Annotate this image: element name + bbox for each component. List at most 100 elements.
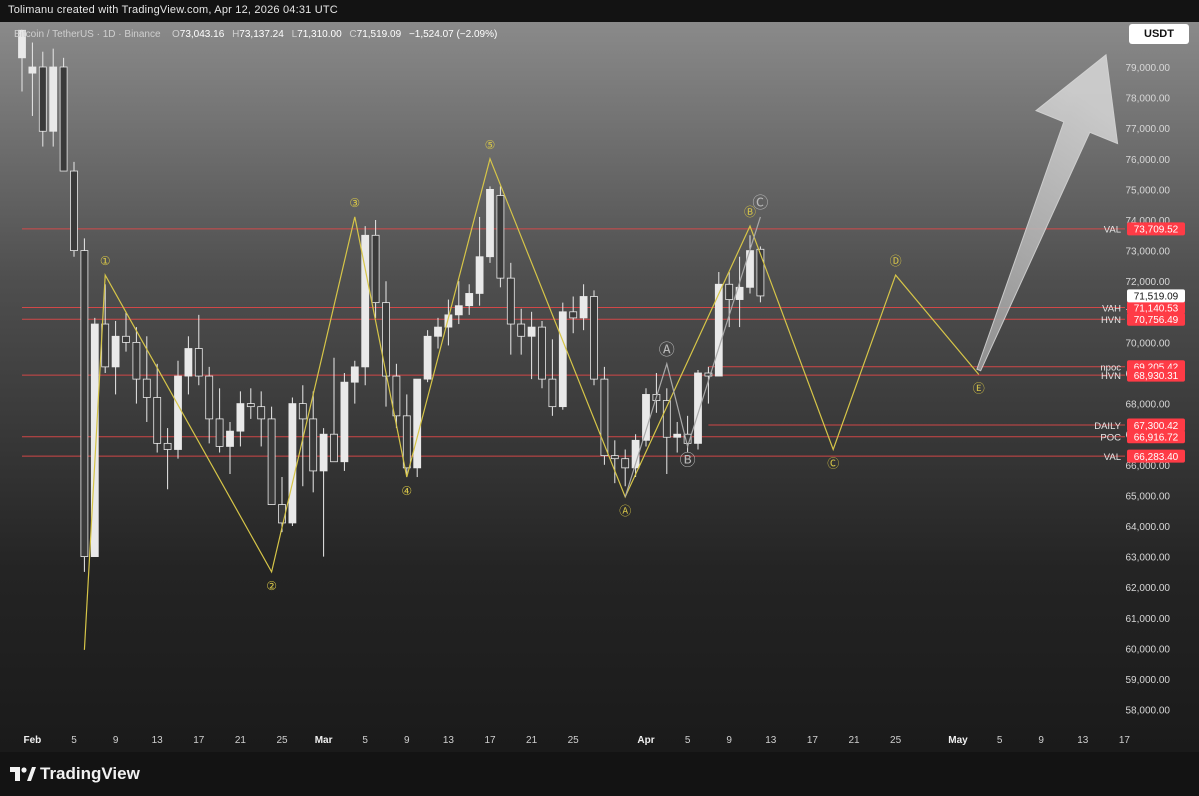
candle-body — [340, 381, 349, 463]
y-tick-label: 79,000.00 — [1126, 63, 1171, 74]
price-level-value: 66,916.72 — [1134, 433, 1179, 444]
chart-credit: Tolimanu created with TradingView.com, A… — [8, 4, 338, 16]
candle-body — [486, 188, 494, 258]
close-label: C — [349, 29, 356, 40]
wave-label: ④ — [401, 484, 412, 498]
price-level-value: 71,140.53 — [1134, 303, 1179, 314]
candle-body — [38, 66, 47, 132]
candle-body — [454, 305, 463, 316]
wave-label: ③ — [349, 196, 360, 210]
x-tick-label: 13 — [152, 735, 164, 746]
low-value: 71,310.00 — [297, 29, 342, 40]
x-tick-label: 21 — [848, 735, 860, 746]
candle-body — [309, 418, 318, 472]
y-tick-label: 63,000.00 — [1126, 553, 1171, 564]
candle-body — [756, 248, 765, 297]
y-tick-label: 75,000.00 — [1126, 185, 1171, 196]
y-tick-label: 60,000.00 — [1126, 644, 1171, 655]
price-level-tag: VAL — [1104, 452, 1121, 463]
candle-body — [28, 66, 37, 74]
price-level-tag: POC — [1100, 433, 1121, 444]
candle-body — [527, 326, 536, 337]
ohlc-readout: O73,043.16 H73,137.24 L71,310.00 C71,519… — [172, 29, 497, 40]
x-tick-label: 21 — [235, 735, 247, 746]
candle-body — [174, 375, 182, 450]
candle-body — [278, 504, 286, 524]
candle-body — [434, 326, 442, 337]
last-price-value: 71,519.09 — [1134, 292, 1179, 303]
wave-label: Ⓔ — [973, 382, 985, 396]
price-level-tag: VAH — [1102, 303, 1121, 314]
price-level-tag: HVN — [1101, 371, 1121, 382]
candle-body — [319, 433, 328, 472]
x-tick-label: 25 — [568, 735, 580, 746]
open-value: 73,043.16 — [180, 29, 225, 40]
y-tick-label: 78,000.00 — [1126, 94, 1171, 105]
price-level-value: 67,300.42 — [1134, 421, 1179, 432]
candle-body — [558, 311, 567, 408]
wave-label: Ⓒ — [752, 193, 768, 212]
candle-body — [465, 293, 474, 307]
candle-body — [132, 341, 141, 380]
candle-body — [70, 170, 78, 251]
price-level-tag: DAILY — [1094, 421, 1121, 432]
candle-body — [413, 378, 422, 469]
y-tick-label: 59,000.00 — [1126, 675, 1171, 686]
candle-body — [673, 433, 682, 438]
y-tick-label: 72,000.00 — [1126, 277, 1171, 288]
price-level-value: 68,930.31 — [1134, 371, 1179, 382]
x-tick-label: 9 — [1038, 735, 1044, 746]
wave-label: ② — [266, 579, 277, 593]
candle-body — [382, 302, 390, 377]
wave-label: ① — [100, 254, 111, 268]
candle-body — [298, 403, 307, 420]
price-level-value: 66,283.40 — [1134, 452, 1179, 463]
x-tick-label: May — [948, 735, 968, 746]
symbol-name: Bitcoin / TetherUS · 1D · Binance — [14, 29, 161, 40]
bottom-bar: TradingView — [0, 752, 1199, 796]
x-tick-label: 17 — [484, 735, 496, 746]
candle-body — [402, 415, 411, 469]
x-tick-label: 17 — [193, 735, 205, 746]
candle-body — [101, 323, 110, 368]
price-level-value: 73,709.52 — [1134, 225, 1179, 236]
x-tick-label: 5 — [685, 735, 691, 746]
high-label: H — [232, 29, 239, 40]
candle-body — [350, 366, 359, 383]
x-tick-label: 13 — [765, 735, 777, 746]
candle-body — [579, 296, 588, 319]
close-value: 71,519.09 — [357, 29, 402, 40]
candle-body — [621, 458, 630, 469]
candle-body — [205, 375, 214, 420]
candle-body — [90, 323, 99, 558]
x-tick-label: Mar — [315, 735, 333, 746]
wave-label: Ⓐ — [619, 504, 631, 518]
candle-body — [371, 234, 380, 304]
candle-body — [610, 455, 619, 460]
candle-body — [257, 406, 266, 420]
y-tick-label: 70,000.00 — [1126, 338, 1171, 349]
price-level-value: 70,756.49 — [1134, 315, 1179, 326]
y-tick-label: 77,000.00 — [1126, 124, 1171, 135]
x-tick-label: 5 — [997, 735, 1003, 746]
x-tick-label: 21 — [526, 735, 538, 746]
x-tick-label: 17 — [1119, 735, 1131, 746]
x-tick-label: 13 — [1077, 735, 1089, 746]
candle-body — [506, 277, 515, 325]
wave-label: Ⓒ — [827, 457, 839, 471]
x-tick-label: 9 — [726, 735, 732, 746]
price-chart[interactable]: ①②③④⑤ⒶⒷⒸⒹⒺⒶⒷⒸ 58,000.0059,000.0060,000.0… — [0, 22, 1199, 752]
price-level-tag: VAL — [1104, 225, 1121, 236]
candle-body — [236, 403, 245, 432]
wave-label: ⑤ — [485, 138, 496, 152]
candle-body — [569, 311, 578, 319]
candle-body — [538, 326, 546, 380]
candle-body — [475, 256, 484, 294]
x-tick-label: Feb — [24, 735, 42, 746]
candle-body — [725, 283, 734, 300]
high-value: 73,137.24 — [239, 29, 284, 40]
x-tick-label: Apr — [637, 735, 654, 746]
candle-body — [215, 418, 224, 447]
currency-button[interactable]: USDT — [1129, 24, 1189, 44]
tradingview-logo[interactable]: TradingView — [10, 764, 140, 784]
